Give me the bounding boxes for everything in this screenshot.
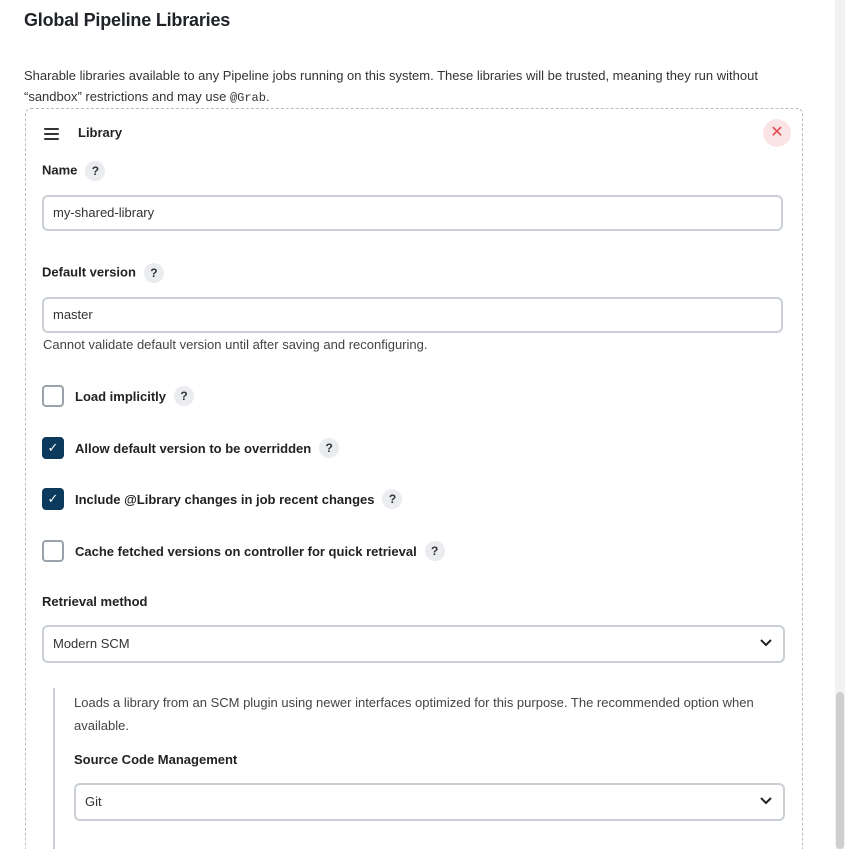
check-icon: ✓ bbox=[47, 491, 59, 506]
help-icon[interactable]: ? bbox=[424, 541, 445, 561]
nested-indent-bar bbox=[53, 688, 55, 849]
name-label-text: Name bbox=[42, 162, 78, 178]
allow-override-row[interactable]: ✓ Allow default version to be overridden… bbox=[42, 437, 340, 459]
scm-value: Git bbox=[85, 794, 102, 809]
section-title: Global Pipeline Libraries bbox=[24, 10, 231, 30]
help-icon[interactable]: ? bbox=[143, 263, 164, 283]
default-version-label: Default version? bbox=[42, 263, 164, 283]
cache-versions-checkbox[interactable] bbox=[42, 540, 64, 562]
name-input[interactable]: my-shared-library bbox=[42, 195, 783, 231]
checkbox-label: Cache fetched versions on controller for… bbox=[75, 543, 417, 559]
delete-library-button[interactable]: ✕ bbox=[763, 119, 791, 147]
drag-handle-icon[interactable] bbox=[44, 128, 59, 140]
section-description: Sharable libraries available to any Pipe… bbox=[24, 65, 814, 109]
load-implicitly-checkbox[interactable] bbox=[42, 385, 64, 407]
retrieval-method-value: Modern SCM bbox=[53, 636, 130, 651]
checkbox-label: Allow default version to be overridden bbox=[75, 440, 312, 456]
section-description-text: Sharable libraries available to any Pipe… bbox=[24, 68, 758, 104]
retrieval-method-select[interactable]: Modern SCM bbox=[42, 625, 785, 663]
help-icon[interactable]: ? bbox=[319, 438, 340, 458]
default-version-input[interactable]: master bbox=[42, 297, 783, 333]
checkbox-label: Include @Library changes in job recent c… bbox=[75, 491, 375, 507]
default-version-hint: Cannot validate default version until af… bbox=[43, 337, 428, 352]
grab-code: @Grab bbox=[229, 91, 266, 105]
check-icon: ✓ bbox=[47, 440, 59, 455]
help-icon[interactable]: ? bbox=[85, 161, 106, 181]
include-changes-checkbox[interactable]: ✓ bbox=[42, 488, 64, 510]
chevron-down-icon bbox=[759, 785, 773, 831]
retrieval-method-label: Retrieval method bbox=[42, 594, 148, 609]
cache-versions-row[interactable]: Cache fetched versions on controller for… bbox=[42, 540, 445, 562]
scm-select[interactable]: Git bbox=[74, 783, 785, 821]
name-label: Name? bbox=[42, 161, 106, 181]
allow-override-checkbox[interactable]: ✓ bbox=[42, 437, 64, 459]
scm-label: Source Code Management bbox=[74, 752, 238, 767]
checkbox-label: Load implicitly bbox=[75, 388, 167, 404]
retrieval-method-description: Loads a library from an SCM plugin using… bbox=[74, 695, 754, 733]
section-description-end: . bbox=[265, 89, 270, 104]
load-implicitly-row[interactable]: Load implicitly ? bbox=[42, 385, 195, 407]
default-version-label-text: Default version bbox=[42, 264, 136, 280]
library-header: Library bbox=[78, 125, 123, 140]
help-icon[interactable]: ? bbox=[382, 489, 403, 509]
scrollbar-track[interactable] bbox=[835, 0, 845, 849]
scrollbar-thumb[interactable] bbox=[836, 692, 844, 849]
help-icon[interactable]: ? bbox=[174, 386, 195, 406]
library-config-page: Global Pipeline Libraries Sharable libra… bbox=[0, 0, 835, 849]
chevron-down-icon bbox=[759, 627, 773, 673]
include-changes-row[interactable]: ✓ Include @Library changes in job recent… bbox=[42, 488, 403, 510]
